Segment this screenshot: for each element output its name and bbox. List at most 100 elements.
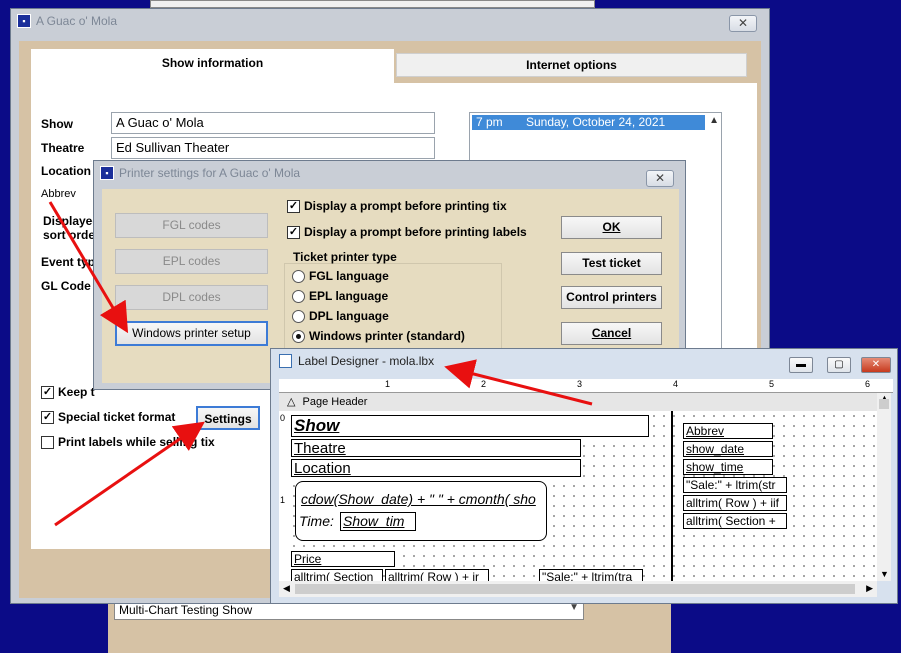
list-item[interactable]: 7 pm Sunday, October 24, 2021 xyxy=(472,115,705,130)
collapse-triangle-icon[interactable]: △ xyxy=(287,396,295,408)
ok-button[interactable]: OK xyxy=(561,216,662,239)
checkbox-checked[interactable]: ✓ xyxy=(287,199,300,213)
printer-type-label: Ticket printer type xyxy=(293,250,397,264)
label-canvas[interactable]: Show Theatre Location cdow(Show_date) + … xyxy=(279,411,877,581)
label-field-show[interactable]: Show xyxy=(291,415,649,437)
special-ticket-checkbox[interactable]: ✓ Special ticket format xyxy=(41,410,175,424)
test-ticket-button[interactable]: Test ticket xyxy=(561,252,662,275)
radio-dpl[interactable]: DPL language xyxy=(292,309,389,323)
scroll-down-icon[interactable]: ▼ xyxy=(880,569,889,579)
show-select-value: Multi-Chart Testing Show xyxy=(119,603,253,617)
minimize-icon[interactable]: ▬ xyxy=(789,357,813,373)
page-header-band[interactable]: △ Page Header xyxy=(279,393,877,411)
tab-internet-options[interactable]: Internet options xyxy=(396,53,747,77)
band-label: Page Header xyxy=(302,396,368,408)
vertical-ruler: 0 1 xyxy=(279,411,291,581)
time-prefix: Time: xyxy=(299,513,334,529)
displayed-label: Displayed xyxy=(43,214,100,228)
ruler-number: 2 xyxy=(481,379,487,389)
settings-button[interactable]: Settings xyxy=(196,406,260,430)
horizontal-ruler: 1 2 3 4 5 6 xyxy=(279,379,893,393)
label-field-show-time[interactable]: show_time xyxy=(683,459,773,475)
label-designer-title: Label Designer - mola.lbx xyxy=(298,354,435,368)
show-window-titlebar[interactable]: ▪ A Guac o' Mola xyxy=(11,9,769,33)
location-label: Location xyxy=(41,164,91,178)
epl-codes-button[interactable]: EPL codes xyxy=(115,249,268,274)
label-field-price[interactable]: Price xyxy=(291,551,395,567)
tab-show-information[interactable]: Show information xyxy=(31,49,394,85)
radio-unselected[interactable] xyxy=(292,289,305,303)
ruler-number: 5 xyxy=(769,379,775,389)
horizontal-scrollbar[interactable]: ◀ ▶ xyxy=(279,581,877,597)
label-field-location[interactable]: Location xyxy=(291,459,581,477)
scroll-up-icon[interactable]: ▲ xyxy=(709,115,719,126)
checkbox-unchecked[interactable] xyxy=(41,435,54,449)
label-divider xyxy=(671,411,673,581)
label-field-row[interactable]: alltrim( Row ) + ir xyxy=(385,569,489,581)
keep-checkbox[interactable]: ✓ Keep t xyxy=(41,385,95,399)
ruler-number: 4 xyxy=(673,379,679,389)
performance-date: Sunday, October 24, 2021 xyxy=(526,115,666,129)
background-window-edge xyxy=(150,0,595,8)
label-field-right-row[interactable]: alltrim( Row ) + iif xyxy=(683,495,787,511)
keep-label: Keep t xyxy=(58,385,95,399)
checkbox-checked[interactable]: ✓ xyxy=(41,410,54,424)
performance-time: 7 pm xyxy=(476,115,503,129)
radio-unselected[interactable] xyxy=(292,309,305,323)
label-field-section[interactable]: alltrim( Section xyxy=(291,569,383,581)
label-field-show-date[interactable]: show_date xyxy=(683,441,773,457)
label-field-theatre[interactable]: Theatre xyxy=(291,439,581,457)
print-labels-checkbox[interactable]: Print labels while selling tix xyxy=(41,435,215,449)
close-icon: ✕ xyxy=(737,16,749,30)
fgl-codes-button[interactable]: FGL codes xyxy=(115,213,268,238)
show-field[interactable]: A Guac o' Mola xyxy=(111,112,435,134)
close-icon[interactable]: ✕ xyxy=(861,357,891,373)
label-field-time[interactable]: Show_tim xyxy=(340,512,416,531)
theatre-field[interactable]: Ed Sullivan Theater xyxy=(111,137,435,159)
label-field-right-sale[interactable]: "Sale:" + ltrim(str xyxy=(683,477,787,493)
show-label: Show xyxy=(41,117,73,131)
radio-windows[interactable]: Windows printer (standard) xyxy=(292,329,465,343)
prompt-tix-checkbox[interactable]: ✓ Display a prompt before printing tix xyxy=(287,199,507,213)
printer-dialog-close-button[interactable]: ✕ xyxy=(646,170,674,187)
checkbox-checked[interactable]: ✓ xyxy=(41,385,54,399)
maximize-icon[interactable]: ▢ xyxy=(827,357,851,373)
windows-printer-setup-button[interactable]: Windows printer setup xyxy=(115,321,268,346)
theatre-label: Theatre xyxy=(41,141,85,155)
radio-selected[interactable] xyxy=(292,329,305,343)
ruler-number: 1 xyxy=(385,379,391,389)
radio-fgl[interactable]: FGL language xyxy=(292,269,389,283)
label-field-right-section[interactable]: alltrim( Section + xyxy=(683,513,787,529)
checkbox-checked[interactable]: ✓ xyxy=(287,225,300,239)
radio-windows-label: Windows printer (standard) xyxy=(309,329,465,343)
radio-dpl-label: DPL language xyxy=(309,309,389,323)
dpl-codes-button[interactable]: DPL codes xyxy=(115,285,268,310)
show-window-close-button[interactable]: ✕ xyxy=(729,15,757,32)
printer-dialog-titlebar[interactable]: ▪ Printer settings for A Guac o' Mola xyxy=(94,161,685,185)
designer-icon xyxy=(279,354,292,368)
label-field-sale[interactable]: "Sale:" + ltrim(tra xyxy=(539,569,643,581)
radio-unselected[interactable] xyxy=(292,269,305,283)
ruler-number: 0 xyxy=(280,413,286,423)
radio-epl[interactable]: EPL language xyxy=(292,289,388,303)
scroll-left-icon[interactable]: ◀ xyxy=(283,583,290,594)
print-labels-label: Print labels while selling tix xyxy=(58,435,215,449)
scrollbar-thumb[interactable] xyxy=(879,399,889,409)
prompt-tix-label: Display a prompt before printing tix xyxy=(304,199,507,213)
control-printers-button[interactable]: Control printers xyxy=(561,286,662,309)
prompt-labels-label: Display a prompt before printing labels xyxy=(304,225,527,239)
label-field-date-expression[interactable]: cdow(Show_date) + " " + cmonth( sho xyxy=(299,491,563,509)
label-designer-window: Label Designer - mola.lbx ▬ ▢ ✕ 1 2 3 4 … xyxy=(270,348,898,604)
show-window-title: A Guac o' Mola xyxy=(36,14,117,28)
scroll-right-icon[interactable]: ▶ xyxy=(866,583,873,594)
date-time-group[interactable] xyxy=(295,481,547,541)
radio-fgl-label: FGL language xyxy=(309,269,389,283)
ruler-number: 3 xyxy=(577,379,583,389)
vertical-scrollbar[interactable]: ▲ ▼ xyxy=(877,393,891,581)
label-field-abbrev[interactable]: Abbrev xyxy=(683,423,773,439)
app-icon: ▪ xyxy=(17,14,31,28)
prompt-labels-checkbox[interactable]: ✓ Display a prompt before printing label… xyxy=(287,225,527,239)
cancel-button[interactable]: Cancel xyxy=(561,322,662,345)
ruler-number: 6 xyxy=(865,379,871,389)
scrollbar-thumb[interactable] xyxy=(295,584,855,594)
